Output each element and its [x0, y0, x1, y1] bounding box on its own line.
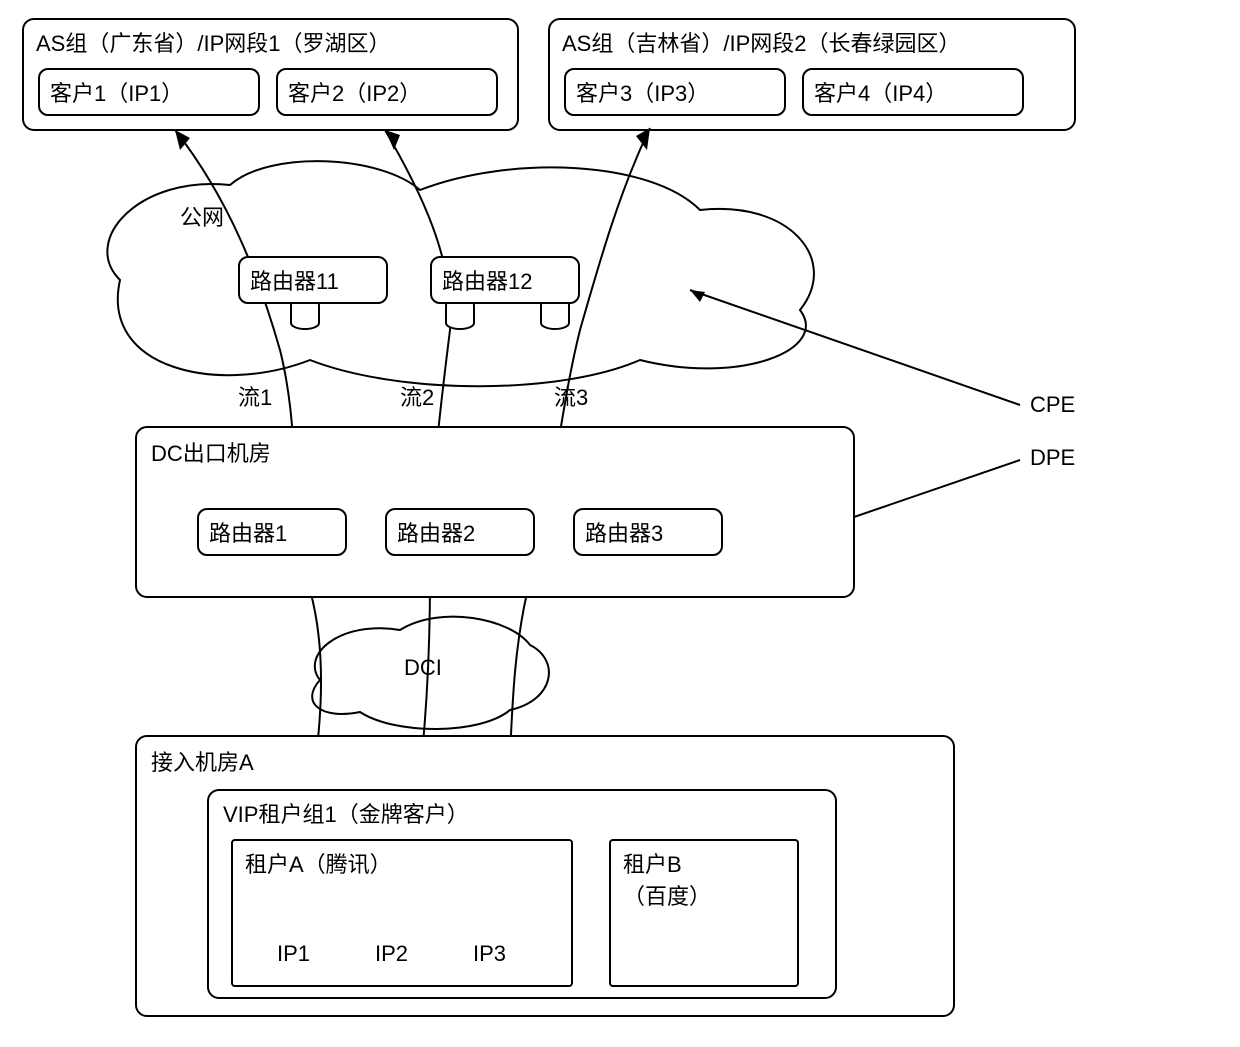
flow-1-arrowhead: [175, 130, 190, 150]
flow-2-label: 流2: [400, 380, 434, 412]
tenant-a-ip2: IP2: [375, 941, 408, 967]
flow-2-arrowhead: [385, 130, 400, 150]
tenant-a-ip1: IP1: [277, 941, 310, 967]
router-11: 路由器11: [238, 256, 388, 304]
tenant-a-label: 租户A（腾讯）: [245, 847, 392, 879]
public-net-label: 公网: [180, 200, 224, 232]
router-1: 路由器1: [197, 508, 347, 556]
vip-group-label: VIP租户组1（金牌客户）: [223, 797, 469, 829]
dc-exit-label: DC出口机房: [151, 436, 271, 468]
dc-exit-room: DC出口机房 路由器1 路由器2 路由器3: [135, 426, 855, 598]
as-group-1-header: AS组（广东省）/IP网段1（罗湖区）: [36, 26, 390, 58]
client-1: 客户1（IP1）: [38, 68, 260, 116]
router-12: 路由器12: [430, 256, 580, 304]
client-3: 客户3（IP3）: [564, 68, 786, 116]
vip-group: VIP租户组1（金牌客户） 租户A（腾讯） IP1 IP2 IP3 租户B （百…: [207, 789, 837, 999]
client-4: 客户4（IP4）: [802, 68, 1024, 116]
tenant-b: 租户B （百度）: [609, 839, 799, 987]
as-group-1: AS组（广东省）/IP网段1（罗湖区） 客户1（IP1） 客户2（IP2）: [22, 18, 519, 131]
dpe-label: DPE: [1030, 445, 1075, 471]
cpe-arrowhead: [690, 290, 705, 302]
as-group-2: AS组（吉林省）/IP网段2（长春绿园区） 客户3（IP3） 客户4（IP4）: [548, 18, 1076, 131]
router-2: 路由器2: [385, 508, 535, 556]
access-room-a: 接入机房A VIP租户组1（金牌客户） 租户A（腾讯） IP1 IP2 IP3 …: [135, 735, 955, 1017]
as-group-2-header: AS组（吉林省）/IP网段2（长春绿园区）: [562, 26, 960, 58]
tenant-a: 租户A（腾讯） IP1 IP2 IP3: [231, 839, 573, 987]
flow-3-arrowhead: [636, 128, 650, 150]
cpe-pointer: [690, 290, 1020, 405]
cpe-label: CPE: [1030, 392, 1075, 418]
access-room-label: 接入机房A: [151, 745, 254, 777]
dci-label: DCI: [404, 655, 442, 681]
client-2: 客户2（IP2）: [276, 68, 498, 116]
tenant-b-label: 租户B （百度）: [623, 847, 711, 911]
router-3: 路由器3: [573, 508, 723, 556]
tenant-a-ip3: IP3: [473, 941, 506, 967]
flow-1-label: 流1: [238, 380, 272, 412]
flow-3-label: 流3: [554, 380, 588, 412]
